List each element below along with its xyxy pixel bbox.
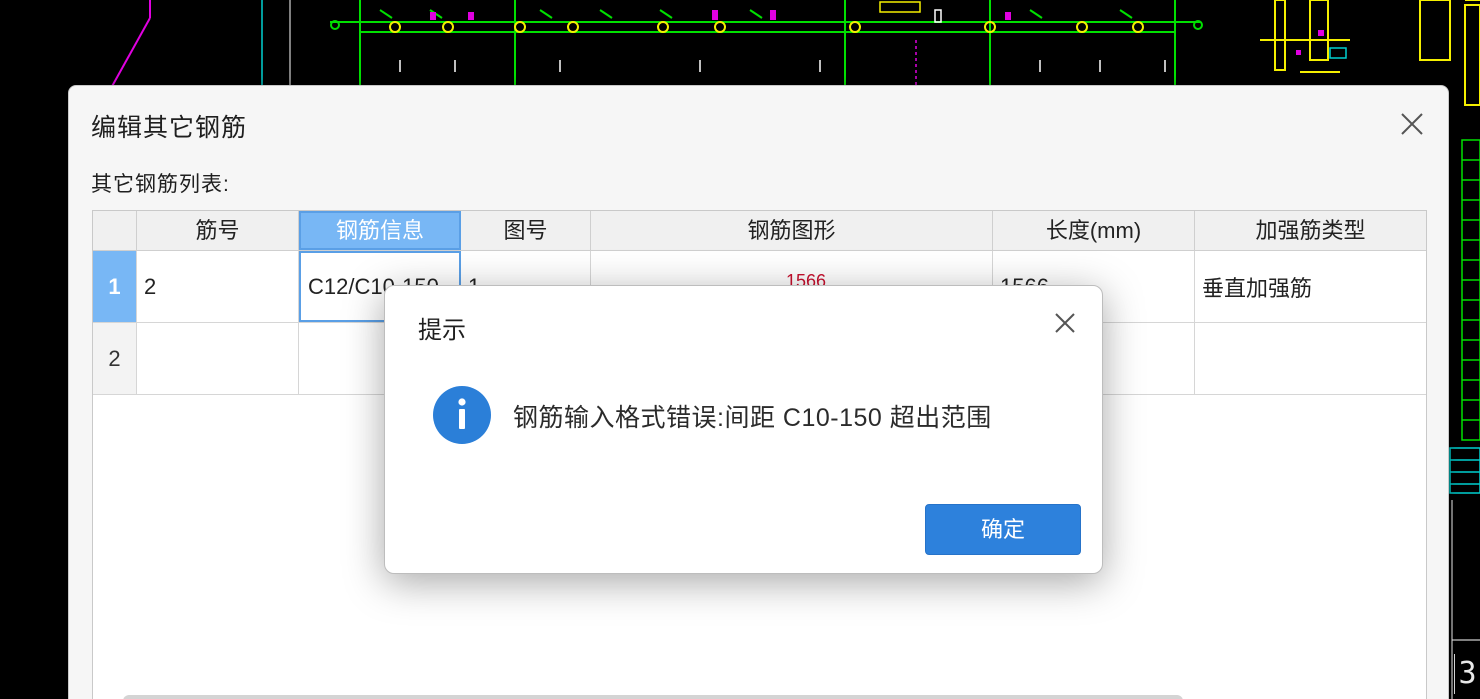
error-message-box: 提示 钢筋输入格式错误:间距 C10-150 超出范围 确定 <box>384 285 1103 574</box>
cell-type[interactable]: 垂直加强筋 <box>1195 251 1426 322</box>
horizontal-scrollbar[interactable] <box>123 695 1183 699</box>
cell-bar-no[interactable]: 2 <box>137 251 299 322</box>
close-icon[interactable] <box>1394 106 1430 142</box>
dialog-title: 编辑其它钢筋 <box>91 114 248 142</box>
header-bar-info[interactable]: 钢筋信息 <box>299 211 461 250</box>
cell-bar-no[interactable] <box>137 323 299 394</box>
message-box-title: 提示 <box>418 317 466 344</box>
header-shape[interactable]: 钢筋图形 <box>591 211 993 250</box>
cad-corner-label: 3 <box>1454 654 1480 694</box>
header-corner[interactable] <box>93 211 137 250</box>
header-type[interactable]: 加强筋类型 <box>1195 211 1426 250</box>
header-bar-no[interactable]: 筋号 <box>137 211 299 250</box>
row-index[interactable]: 1 <box>93 251 137 322</box>
rebar-list-label: 其它钢筋列表: <box>91 173 230 196</box>
ok-button[interactable]: 确定 <box>925 504 1081 555</box>
close-icon[interactable] <box>1050 308 1080 338</box>
table-header: 筋号 钢筋信息 图号 钢筋图形 长度(mm) 加强筋类型 <box>93 211 1426 251</box>
error-message-text: 钢筋输入格式错误:间距 C10-150 超出范围 <box>513 404 992 432</box>
header-length[interactable]: 长度(mm) <box>993 211 1195 250</box>
header-shape-code[interactable]: 图号 <box>461 211 591 250</box>
cell-type[interactable] <box>1195 323 1426 394</box>
row-index[interactable]: 2 <box>93 323 137 394</box>
info-icon <box>433 386 491 444</box>
